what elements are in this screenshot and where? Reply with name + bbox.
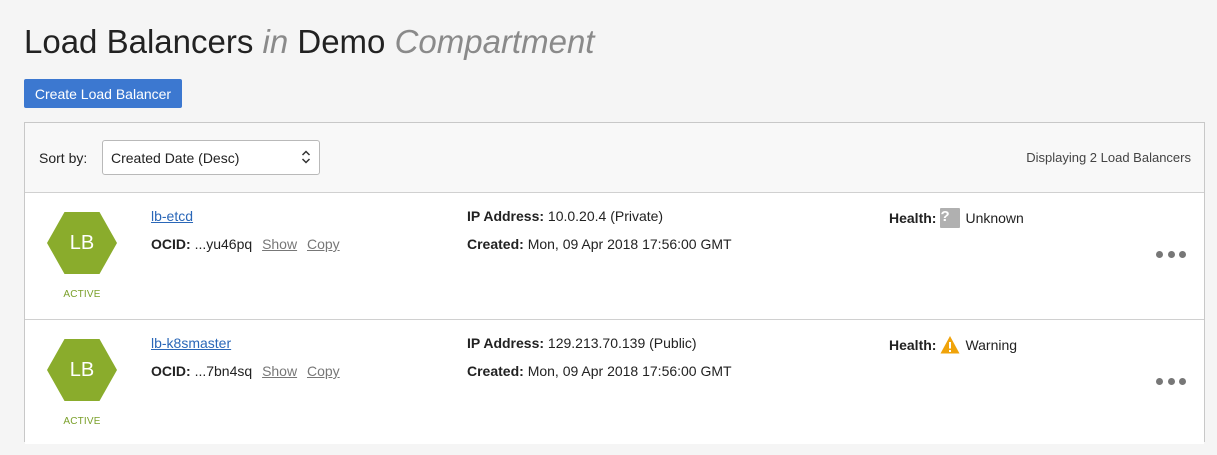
ip-address-value: 10.0.20.4 (Private) — [547, 208, 664, 224]
ocid-value: ...7bn4sq — [194, 363, 253, 379]
more-actions-button[interactable] — [1156, 376, 1186, 386]
created-value: Mon, 09 Apr 2018 17:56:00 GMT — [527, 363, 732, 379]
lb-hexagon-icon: LB — [47, 212, 117, 274]
created-label: Created: — [467, 363, 524, 379]
title-in: in — [262, 23, 289, 60]
lb-hexagon-icon: LB — [47, 339, 117, 401]
load-balancer-list-panel: Sort by: Created Date (Desc) Displaying … — [24, 122, 1205, 444]
ip-address-label: IP Address: — [467, 208, 545, 224]
ip-address-field: IP Address: 10.0.20.4 (Private) — [467, 208, 663, 224]
title-main: Load Balancers — [24, 23, 254, 60]
lb-state: ACTIVE — [63, 416, 101, 427]
ocid-value: ...yu46pq — [194, 236, 253, 252]
dot — [1156, 377, 1163, 385]
title-compartment-suffix: Compartment — [394, 23, 595, 60]
question-icon: ? — [940, 208, 961, 228]
lb-badge-text: LB — [69, 231, 95, 254]
display-count: Displaying 2 Load Balancers — [1026, 150, 1191, 165]
lb-badge-text: LB — [69, 358, 95, 381]
lb-name-link[interactable]: lb-etcd — [151, 208, 193, 224]
lb-state: ACTIVE — [63, 289, 101, 300]
health-value: Unknown — [965, 210, 1024, 226]
list-item: LB ACTIVE lb-k8smaster OCID: ...7bn4sq S… — [25, 320, 1204, 444]
chevron-up-down-icon — [301, 150, 311, 164]
dot — [1156, 250, 1163, 258]
ip-address-value: 129.213.70.139 (Public) — [547, 335, 697, 351]
create-load-balancer-button[interactable]: Create Load Balancer — [24, 79, 182, 108]
dot — [1167, 377, 1175, 385]
ocid-show-link[interactable]: Show — [262, 236, 297, 252]
ocid-field: OCID: ...yu46pq Show Copy — [151, 236, 340, 252]
health-field: Health: ? Unknown — [889, 208, 1024, 228]
page-title: Load Balancers in Demo Compartment — [24, 22, 594, 62]
created-field: Created: Mon, 09 Apr 2018 17:56:00 GMT — [467, 236, 732, 252]
more-actions-button[interactable] — [1156, 249, 1186, 259]
warning-icon — [940, 336, 960, 354]
ip-address-label: IP Address: — [467, 335, 545, 351]
created-field: Created: Mon, 09 Apr 2018 17:56:00 GMT — [467, 363, 732, 379]
sort-select-value: Created Date (Desc) — [111, 149, 240, 166]
created-label: Created: — [467, 236, 524, 252]
ocid-label: OCID: — [151, 236, 191, 252]
sort-label: Sort by: — [39, 150, 88, 166]
list-item: LB ACTIVE lb-etcd OCID: ...yu46pq Show C… — [25, 193, 1204, 320]
dot — [1179, 377, 1186, 385]
health-label: Health: — [889, 210, 937, 226]
ocid-copy-link[interactable]: Copy — [307, 363, 340, 379]
title-compartment-name: Demo — [297, 23, 386, 60]
lb-name-link[interactable]: lb-k8smaster — [151, 335, 231, 351]
ocid-copy-link[interactable]: Copy — [307, 236, 340, 252]
created-value: Mon, 09 Apr 2018 17:56:00 GMT — [527, 236, 732, 252]
ip-address-field: IP Address: 129.213.70.139 (Public) — [467, 335, 697, 351]
ocid-show-link[interactable]: Show — [262, 363, 297, 379]
health-field: Health: Warning — [889, 335, 1017, 355]
health-label: Health: — [889, 337, 937, 353]
sort-select[interactable]: Created Date (Desc) — [102, 140, 320, 175]
dot — [1167, 250, 1175, 258]
ocid-label: OCID: — [151, 363, 191, 379]
dot — [1179, 250, 1186, 258]
health-value: Warning — [965, 337, 1018, 353]
list-toolbar: Sort by: Created Date (Desc) Displaying … — [25, 123, 1204, 193]
ocid-field: OCID: ...7bn4sq Show Copy — [151, 363, 340, 379]
